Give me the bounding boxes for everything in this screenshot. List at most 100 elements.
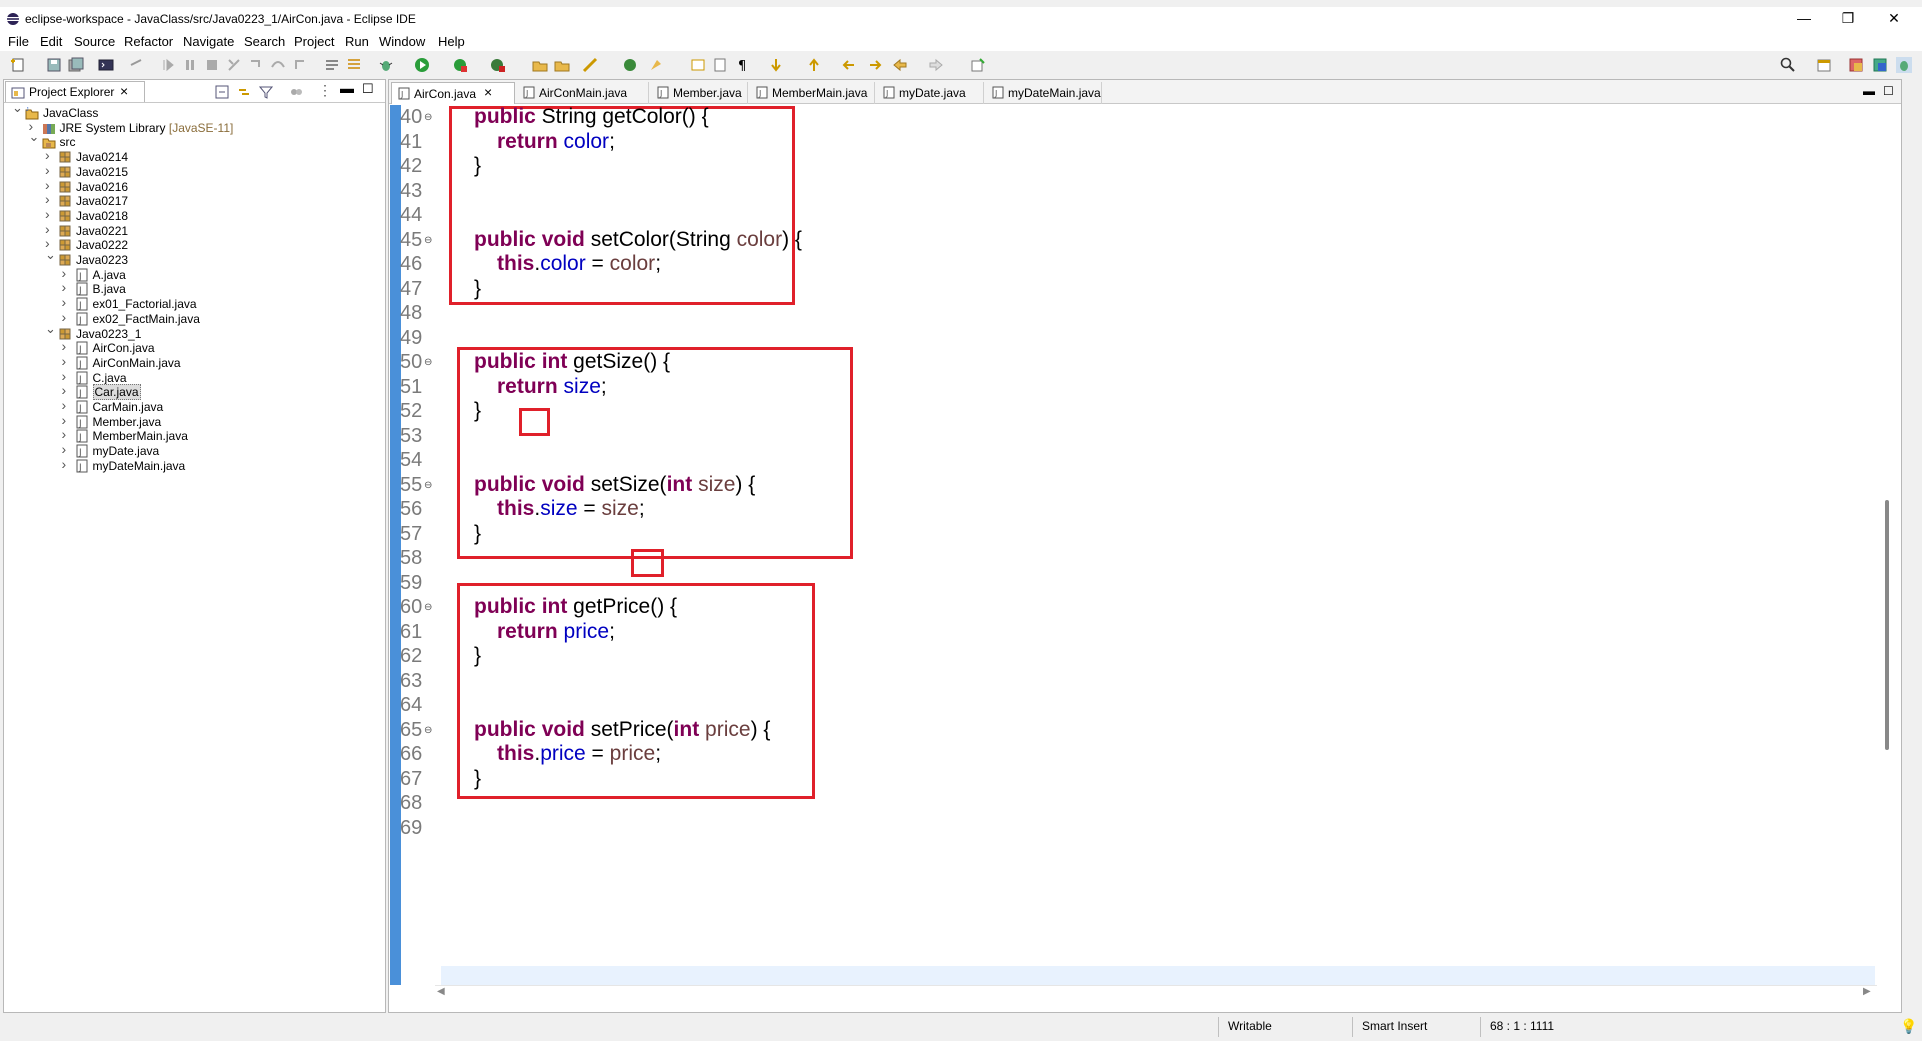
- menu-run[interactable]: Run: [345, 34, 369, 49]
- next-annotation-icon[interactable]: [768, 57, 784, 73]
- new-class-icon[interactable]: [582, 57, 598, 73]
- save-icon[interactable]: [46, 57, 62, 73]
- prev-annotation-icon[interactable]: [806, 57, 822, 73]
- fold-collapse-icon[interactable]: ⊖: [424, 357, 432, 368]
- step-into-icon[interactable]: [248, 57, 264, 73]
- chevron-right-icon[interactable]: ›: [62, 456, 74, 472]
- focus-icon[interactable]: [289, 85, 303, 99]
- fold-collapse-icon[interactable]: ⊖: [424, 725, 432, 736]
- search-tool-icon[interactable]: [648, 57, 664, 73]
- forward-icon[interactable]: [928, 57, 944, 73]
- debug-skip-icon[interactable]: [128, 57, 144, 73]
- vertical-scroll-thumb[interactable]: [1885, 500, 1889, 750]
- chevron-down-icon[interactable]: ⌄: [45, 247, 57, 263]
- menu-window[interactable]: Window: [379, 34, 425, 49]
- new-package-icon[interactable]: [554, 57, 570, 73]
- suspend-icon[interactable]: [182, 57, 198, 73]
- chevron-right-icon[interactable]: ›: [45, 191, 57, 207]
- vertical-scrollbar[interactable]: [1877, 105, 1899, 985]
- menu-refactor[interactable]: Refactor: [124, 34, 173, 49]
- editor-tab-aircon[interactable]: J AirCon.java ×: [391, 82, 515, 104]
- coverage-icon[interactable]: [452, 57, 468, 73]
- editor-tab-mydate[interactable]: JmyDate.java: [877, 82, 984, 104]
- chevron-right-icon[interactable]: ›: [62, 338, 74, 354]
- chevron-right-icon[interactable]: ›: [62, 412, 74, 428]
- minimize-button[interactable]: —: [1782, 8, 1826, 30]
- horizontal-scrollbar[interactable]: ◀ ▶: [435, 985, 1877, 1001]
- link-with-editor-icon[interactable]: [237, 85, 251, 99]
- back-icon[interactable]: [892, 57, 908, 73]
- menu-help[interactable]: Help: [438, 34, 465, 49]
- run-icon[interactable]: [414, 57, 430, 73]
- terminate-icon[interactable]: [204, 57, 220, 73]
- fold-collapse-icon[interactable]: ⊖: [424, 480, 432, 491]
- chevron-right-icon[interactable]: ›: [45, 162, 57, 178]
- chevron-down-icon[interactable]: ⌄: [12, 100, 24, 116]
- open-perspective-icon[interactable]: [1816, 57, 1832, 73]
- open-type-icon[interactable]: [622, 57, 638, 73]
- minimize-editor-icon[interactable]: ▬: [1863, 84, 1875, 98]
- chevron-down-icon[interactable]: ⌄: [45, 321, 57, 337]
- chevron-right-icon[interactable]: ›: [62, 309, 74, 325]
- annotation-icon[interactable]: [712, 57, 728, 73]
- new-java-project-icon[interactable]: [532, 57, 548, 73]
- chevron-right-icon[interactable]: ›: [62, 397, 74, 413]
- scroll-left-icon[interactable]: ◀: [437, 986, 445, 997]
- tips-lightbulb-icon[interactable]: 💡: [1900, 1018, 1917, 1035]
- chevron-right-icon[interactable]: ›: [62, 265, 74, 281]
- chevron-right-icon[interactable]: ›: [45, 147, 57, 163]
- chevron-right-icon[interactable]: ›: [45, 177, 57, 193]
- editor-tab-member[interactable]: J Member.java: [651, 82, 748, 104]
- chevron-right-icon[interactable]: ›: [62, 441, 74, 457]
- tree-item[interactable]: › JmyDateMain.java: [4, 456, 384, 475]
- close-tab-icon[interactable]: ×: [484, 84, 492, 100]
- chevron-right-icon[interactable]: ›: [62, 353, 74, 369]
- editor-tab-membermain[interactable]: J MemberMain.java: [750, 82, 875, 104]
- task-icon[interactable]: [690, 57, 706, 73]
- filter-icon[interactable]: [259, 85, 273, 99]
- maximize-view-icon[interactable]: ☐: [362, 81, 374, 97]
- mark-occurrences-icon[interactable]: [346, 57, 362, 73]
- chevron-right-icon[interactable]: ›: [45, 206, 57, 222]
- chevron-down-icon[interactable]: ⌄: [29, 129, 41, 145]
- editor-tab-mydatemain[interactable]: JmyDateMain.java: [986, 82, 1102, 104]
- chevron-right-icon[interactable]: ›: [62, 368, 74, 384]
- external-tools-icon[interactable]: [490, 57, 506, 73]
- java-perspective-icon[interactable]: [1872, 57, 1888, 73]
- chevron-right-icon[interactable]: ›: [62, 426, 74, 442]
- terminal-icon[interactable]: [98, 57, 114, 73]
- step-return-icon[interactable]: [292, 57, 308, 73]
- toggle-breadcrumb-icon[interactable]: [324, 57, 340, 73]
- new-icon[interactable]: [10, 57, 26, 73]
- search-icon[interactable]: [1780, 57, 1796, 73]
- project-explorer-tab[interactable]: Project Explorer ×: [5, 81, 145, 102]
- chevron-right-icon[interactable]: ›: [62, 279, 74, 295]
- fold-collapse-icon[interactable]: ⊖: [424, 235, 432, 246]
- close-view-icon[interactable]: ×: [120, 83, 128, 99]
- scroll-right-icon[interactable]: ▶: [1863, 986, 1871, 997]
- show-whitespace-icon[interactable]: ¶: [734, 57, 750, 73]
- menu-project[interactable]: Project: [294, 34, 334, 49]
- menu-source[interactable]: Source: [74, 34, 115, 49]
- save-all-icon[interactable]: [68, 57, 84, 73]
- resume-icon[interactable]: [160, 57, 176, 73]
- disconnect-icon[interactable]: [226, 57, 242, 73]
- step-over-icon[interactable]: [270, 57, 286, 73]
- chevron-right-icon[interactable]: ›: [62, 294, 74, 310]
- debug-perspective-icon[interactable]: [1896, 57, 1912, 73]
- view-menu-icon[interactable]: ⋮: [318, 82, 332, 99]
- menu-navigate[interactable]: Navigate: [183, 34, 234, 49]
- debug-icon[interactable]: [378, 57, 394, 73]
- collapse-all-icon[interactable]: [215, 85, 229, 99]
- fold-collapse-icon[interactable]: ⊖: [424, 112, 432, 123]
- restore-button[interactable]: ❐: [1826, 8, 1870, 30]
- minimize-view-icon[interactable]: ▬: [340, 80, 354, 96]
- chevron-right-icon[interactable]: ›: [62, 382, 74, 398]
- menu-search[interactable]: Search: [244, 34, 285, 49]
- menu-edit[interactable]: Edit: [40, 34, 62, 49]
- editor-tab-airconmain[interactable]: J AirConMain.java: [517, 82, 649, 104]
- menu-file[interactable]: File: [8, 34, 29, 49]
- last-edit-icon[interactable]: [842, 57, 858, 73]
- chevron-right-icon[interactable]: ›: [45, 221, 57, 237]
- code-view[interactable]: public String getColor() {return color;}…: [435, 105, 1875, 985]
